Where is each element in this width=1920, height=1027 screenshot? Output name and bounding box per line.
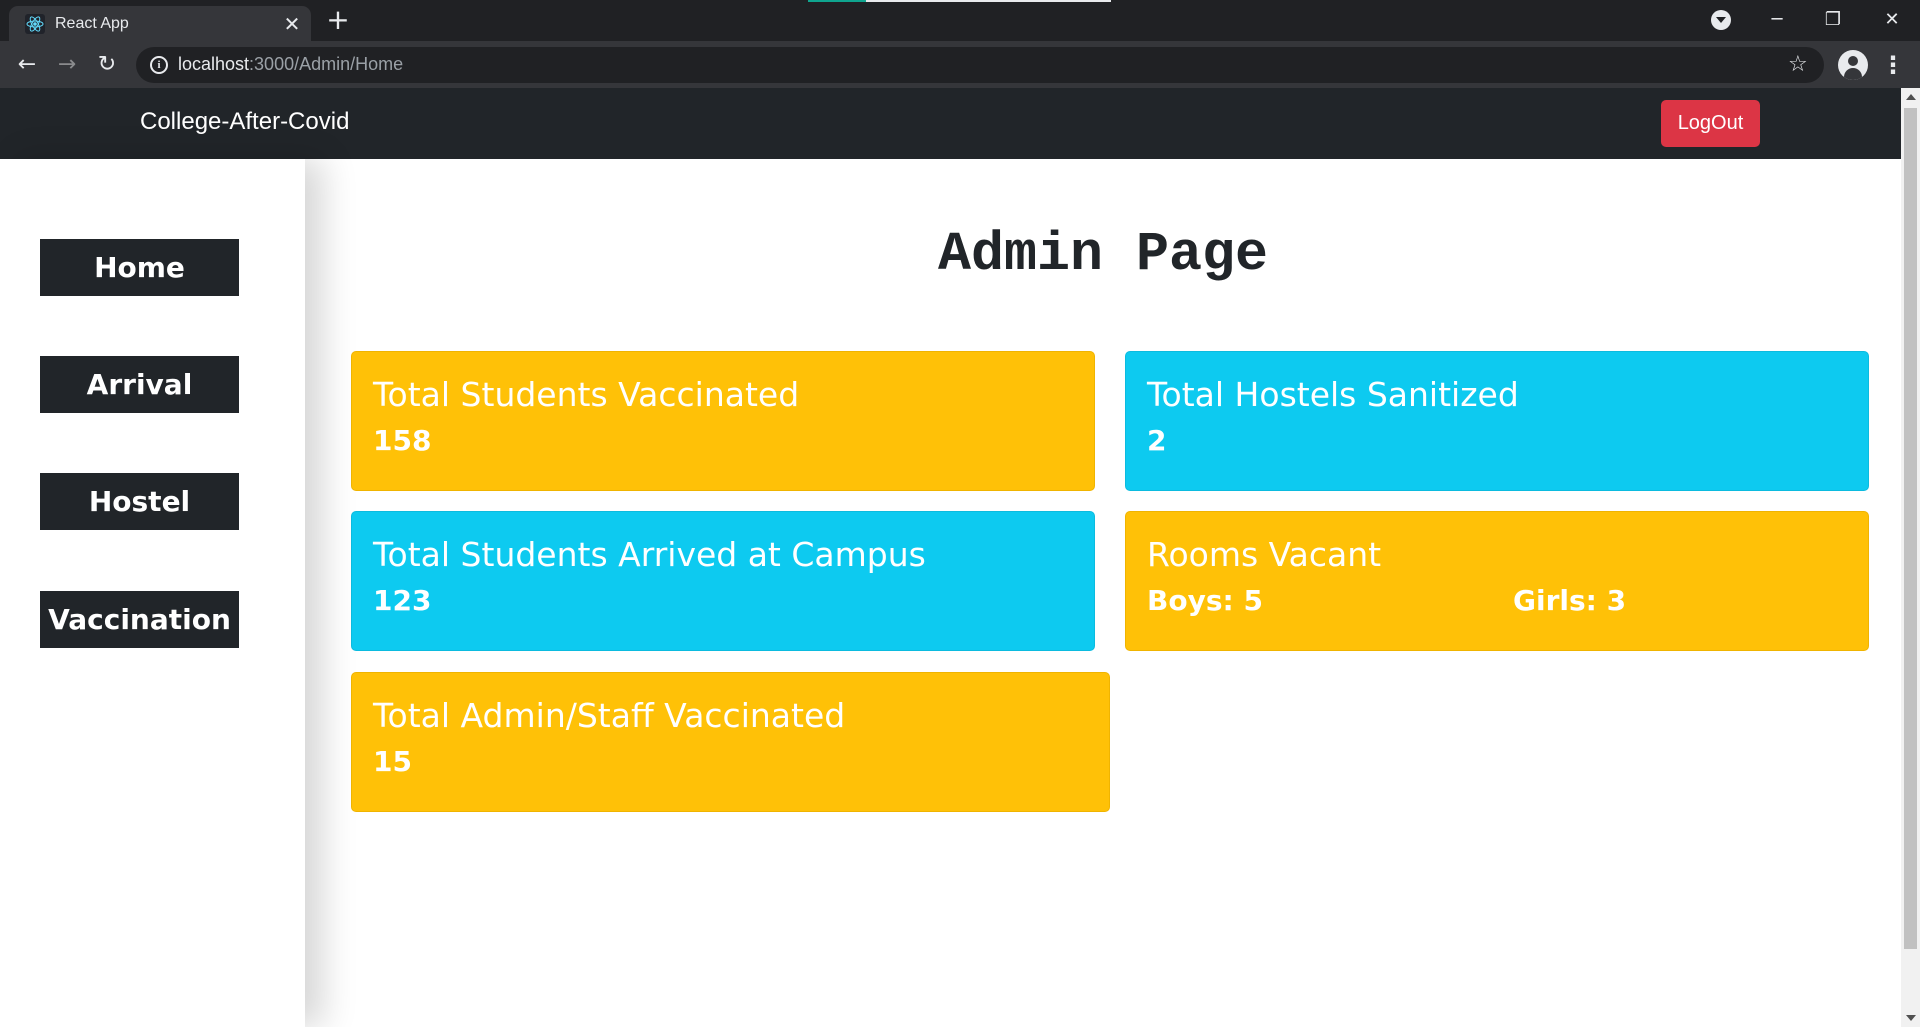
restore-icon[interactable]: ❐: [1805, 0, 1861, 40]
info-icon[interactable]: i: [150, 56, 168, 74]
card-value: 123: [373, 584, 432, 617]
brand-title[interactable]: College-After-Covid: [140, 108, 349, 136]
scroll-up-arrow-icon[interactable]: [1906, 94, 1916, 100]
sidebar-item-hostel[interactable]: Hostel: [40, 473, 239, 530]
page-scrollbar[interactable]: [1901, 88, 1920, 1027]
forward-arrow-icon[interactable]: →: [51, 49, 83, 81]
logout-button[interactable]: LogOut: [1661, 100, 1760, 147]
card-title: Total Students Arrived at Campus: [373, 535, 926, 574]
profile-icon[interactable]: [1838, 50, 1868, 80]
card-students-vaccinated: Total Students Vaccinated 158: [351, 351, 1095, 491]
sidebar: Home Arrival Hostel Vaccination: [0, 159, 305, 1027]
tab-title: React App: [55, 15, 129, 32]
card-title: Total Hostels Sanitized: [1147, 375, 1519, 414]
scroll-down-arrow-icon[interactable]: [1906, 1015, 1916, 1021]
star-icon[interactable]: ☆: [1788, 51, 1808, 79]
page-content: College-After-Covid LogOut Home Arrival …: [0, 88, 1901, 1027]
card-staff-vaccinated: Total Admin/Staff Vaccinated 15: [351, 672, 1110, 812]
scrollbar-thumb[interactable]: [1904, 108, 1917, 949]
plus-icon[interactable]: +: [324, 6, 352, 35]
card-title: Total Admin/Staff Vaccinated: [373, 696, 846, 735]
card-students-arrived: Total Students Arrived at Campus 123: [351, 511, 1095, 651]
address-bar[interactable]: i localhost:3000/Admin/Home ☆: [136, 47, 1824, 83]
browser-tab-strip: React App ✕ + ─ ❐ ✕: [0, 0, 1920, 41]
top-navbar: College-After-Covid LogOut: [0, 88, 1901, 159]
sidebar-item-vaccination[interactable]: Vaccination: [40, 591, 239, 648]
browser-tab[interactable]: React App ✕: [9, 6, 311, 41]
url-text[interactable]: localhost:3000/Admin/Home: [178, 54, 403, 75]
reload-icon[interactable]: ↻: [91, 49, 123, 81]
kebab-menu-icon[interactable]: ⋮: [1880, 49, 1906, 81]
sidebar-item-home[interactable]: Home: [40, 239, 239, 296]
sidebar-item-arrival[interactable]: Arrival: [40, 356, 239, 413]
page-title: Admin Page: [937, 223, 1269, 286]
rooms-vacant-boys: Boys: 5: [1147, 584, 1263, 617]
card-value: 2: [1147, 424, 1167, 457]
card-title: Total Students Vaccinated: [373, 375, 800, 414]
tab-search-icon[interactable]: [1711, 10, 1731, 30]
card-value: 158: [373, 424, 432, 457]
tab-strip-accent-line: [808, 0, 1111, 2]
card-title: Rooms Vacant: [1147, 535, 1382, 574]
close-icon[interactable]: ✕: [281, 13, 303, 35]
card-rooms-vacant: Rooms Vacant Boys: 5 Girls: 3: [1125, 511, 1869, 651]
card-hostels-sanitized: Total Hostels Sanitized 2: [1125, 351, 1869, 491]
browser-toolbar: ← → ↻ i localhost:3000/Admin/Home ☆ ⋮: [0, 41, 1920, 88]
minimize-icon[interactable]: ─: [1749, 0, 1805, 40]
rooms-vacant-girls: Girls: 3: [1513, 584, 1627, 617]
card-value: 15: [373, 745, 412, 778]
back-arrow-icon[interactable]: ←: [11, 49, 43, 81]
window-close-icon[interactable]: ✕: [1864, 0, 1920, 40]
rooms-vacant-values: Boys: 5 Girls: 3: [1147, 581, 1847, 621]
react-icon: [25, 14, 45, 34]
